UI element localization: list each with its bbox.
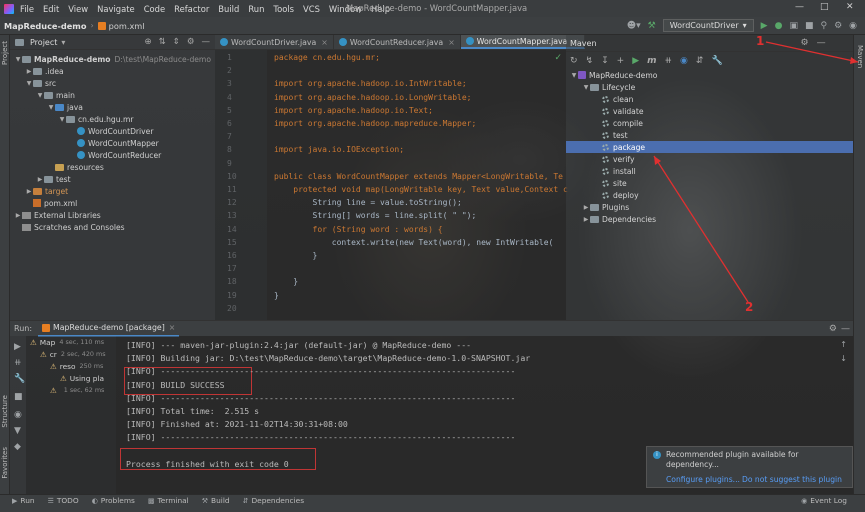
run-tree-item[interactable]: ⚠ 1 sec, 62 ms xyxy=(26,384,116,396)
plugin-notification: i Recommended plugin available for depen… xyxy=(646,446,853,488)
run-tree-label: Using pla xyxy=(69,373,105,383)
bottom-tab-run[interactable]: ▶ Run xyxy=(12,496,35,505)
run-toolbar: ▶ ⧺ 🔧 ■ ◉ ▼ ◆ xyxy=(10,336,26,494)
run-tree-item[interactable]: ⚠ reso 250 ms xyxy=(26,360,116,372)
warning-icon: ⚠ xyxy=(50,385,57,395)
toggle-offline-icon[interactable]: ⧺ xyxy=(14,358,22,368)
event-log-label: Event Log xyxy=(810,496,847,505)
annotation-label-2: 2 xyxy=(745,300,754,314)
annotation-arrowhead-1 xyxy=(850,57,858,64)
run-tree-duration: 2 sec, 420 ms xyxy=(60,350,106,358)
problems-icon: ◐ xyxy=(91,496,98,505)
console-line: [INFO] ---------------------------------… xyxy=(126,366,516,377)
filter-icon[interactable]: ▼ xyxy=(14,426,21,436)
console-line: Process finished with exit code 0 xyxy=(126,458,289,469)
annotation-arrowhead-2 xyxy=(654,156,661,165)
scroll-up-icon[interactable]: ↑ xyxy=(840,340,847,349)
bottom-tab-problems[interactable]: ◐ Problems xyxy=(92,496,135,505)
terminal-icon: ▩ xyxy=(147,496,155,505)
bottom-tab-label: Run xyxy=(20,496,35,505)
bottom-tab-label: Terminal xyxy=(157,496,189,505)
close-tab-icon[interactable]: × xyxy=(169,323,176,332)
stop-icon[interactable]: ■ xyxy=(14,392,23,402)
warning-icon: ⚠ xyxy=(50,361,57,371)
eye-icon[interactable]: ◉ xyxy=(14,410,22,420)
bottom-tab-label: Dependencies xyxy=(251,496,305,505)
wrench-icon[interactable]: 🔧 xyxy=(14,374,25,384)
bottom-tab-dependencies[interactable]: ⇵ Dependencies xyxy=(243,496,304,505)
console-line: [INFO] BUILD SUCCESS xyxy=(126,379,225,390)
run-panel-label: Run: xyxy=(14,324,33,333)
annotation-arrow-2 xyxy=(653,155,749,303)
run-tree-item[interactable]: ⚠ Map 4 sec, 110 ms xyxy=(26,336,116,348)
scroll-down-icon[interactable]: ↓ xyxy=(840,354,847,363)
gear-icon[interactable]: ⚙ xyxy=(829,324,837,334)
configure-plugins-link[interactable]: Configure plugins... xyxy=(666,475,740,484)
run-tree: ⚠ Map 4 sec, 110 ms ⚠ cr 2 sec, 420 ms ⚠ reso 25… xyxy=(26,336,116,494)
bottom-tab-label: TODO xyxy=(56,496,79,505)
warning-icon: ⚠ xyxy=(40,349,47,359)
rerun-icon[interactable]: ▶ xyxy=(14,342,21,352)
bottom-tab-todo[interactable]: ☰ TODO xyxy=(48,496,79,505)
annotation-label-1: 1 xyxy=(756,34,765,48)
run-tree-duration: 4 sec, 110 ms xyxy=(59,338,105,346)
status-bar xyxy=(0,506,865,512)
bottom-tool-bar: ▶ Run ☰ TODO ◐ Problems ▩ Terminal ⚒ Build ⇵ D… xyxy=(0,494,865,506)
console-line: [INFO] Total time: 2.515 s xyxy=(126,406,260,416)
bottom-tab-build[interactable]: ⚒ Build xyxy=(202,496,230,505)
dismiss-plugin-link[interactable]: Do not suggest this plugin xyxy=(742,475,842,484)
hide-icon[interactable]: — xyxy=(841,324,850,334)
console-line: [INFO] ---------------------------------… xyxy=(126,392,516,403)
console-line: [INFO] Building jar: D:\test\MapReduce-d… xyxy=(126,353,531,364)
run-tab-label: MapReduce-demo [package] xyxy=(53,323,165,332)
event-log-icon: ◉ xyxy=(801,496,808,505)
run-tree-duration: 1 sec, 62 ms xyxy=(63,386,105,394)
info-icon: i xyxy=(653,451,661,459)
dependencies-icon: ⇵ xyxy=(242,496,249,505)
run-tree-item[interactable]: ⚠ Using pla xyxy=(26,372,116,384)
maven-icon xyxy=(42,323,51,332)
bottom-tab-label: Problems xyxy=(100,496,135,505)
run-tree-label: Map xyxy=(39,337,56,347)
run-tree-label: reso xyxy=(59,361,76,371)
run-icon: ▶ xyxy=(12,496,18,505)
warning-icon: ⚠ xyxy=(60,373,67,383)
build-hammer-icon: ⚒ xyxy=(201,496,209,505)
console-line: [INFO] ---------------------------------… xyxy=(126,432,516,443)
console-line: [INFO] --- maven-jar-plugin:2.4:jar (def… xyxy=(126,340,472,350)
run-panel-header: Run: MapReduce-demo [package] × ⚙ — xyxy=(10,320,853,337)
bottom-tab-terminal[interactable]: ▩ Terminal xyxy=(148,496,189,505)
warning-icon: ⚠ xyxy=(30,337,37,347)
bottom-tab-label: Build xyxy=(211,496,230,505)
notification-message: Recommended plugin available for depende… xyxy=(666,450,799,469)
run-tab[interactable]: MapReduce-demo [package] × xyxy=(38,321,180,337)
event-log-button[interactable]: ◉ Event Log xyxy=(801,496,847,505)
list-icon: ☰ xyxy=(47,496,54,505)
run-tree-item[interactable]: ⚠ cr 2 sec, 420 ms xyxy=(26,348,116,360)
run-tree-label: cr xyxy=(49,349,57,359)
pin-icon[interactable]: ◆ xyxy=(14,442,21,452)
run-tree-duration: 250 ms xyxy=(79,362,104,370)
console-line: [INFO] Finished at: 2021-11-02T14:30:31+… xyxy=(126,419,348,430)
annotation-arrow-1 xyxy=(765,41,859,63)
